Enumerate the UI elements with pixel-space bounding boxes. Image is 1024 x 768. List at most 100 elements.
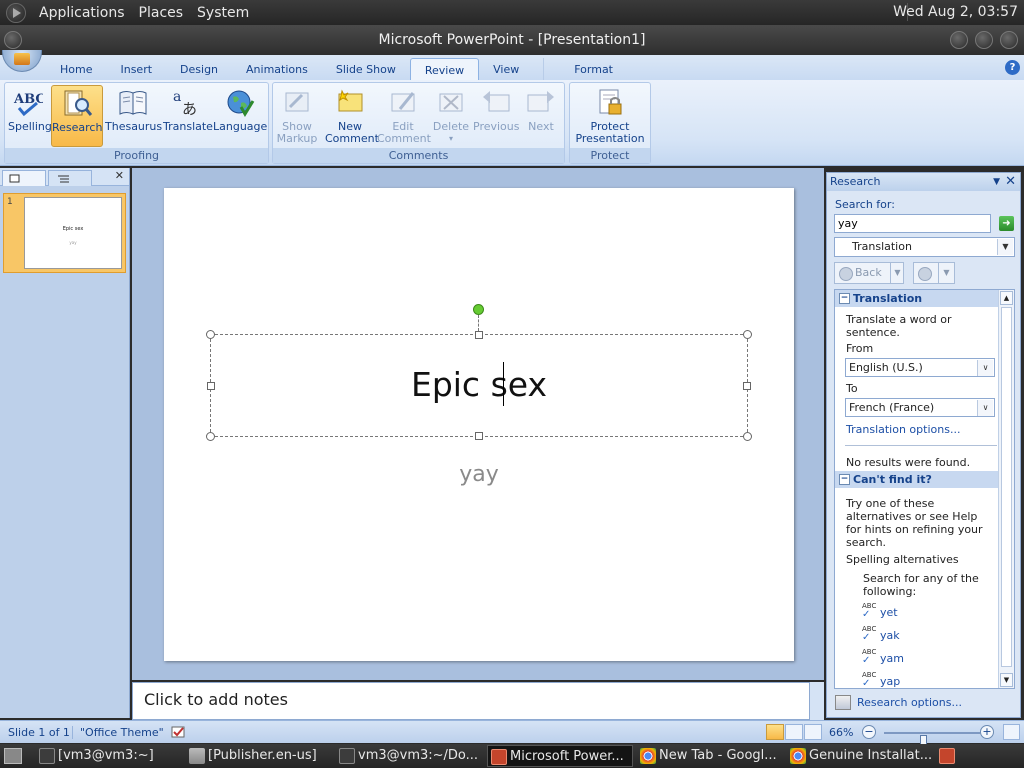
forward-button[interactable]: ▼ [913,262,955,284]
slide-sorter-view-button[interactable] [785,724,803,740]
protect-presentation-button[interactable]: Protect Presentation ▾ [573,85,647,157]
research-button[interactable]: Research [51,85,103,147]
minimize-button[interactable] [950,31,968,49]
research-pane-menu-icon[interactable]: ▼ [993,173,1000,191]
taskbar-item-terminal[interactable]: [vm3@vm3:~] [36,745,180,767]
system-menu[interactable]: System [190,5,256,21]
slides-tab[interactable] [2,170,46,186]
chevron-down-icon[interactable]: ∨ [977,360,993,376]
resize-handle-top-right[interactable] [743,330,752,339]
forward-dropdown-icon[interactable]: ▼ [938,263,954,283]
research-close-icon[interactable]: ✕ [1005,173,1016,191]
research-source-select[interactable]: Translation ▼ [834,237,1015,257]
tab-slide-show[interactable]: Slide Show [322,58,410,80]
slide-canvas[interactable]: Epic sex yay [164,188,794,661]
protect-group: Protect Presentation ▾ Protect [569,82,651,164]
translate-button[interactable]: aあ Translate [163,85,213,147]
research-header: Research ▼ ✕ [827,173,1020,191]
to-language-select[interactable]: French (France) ∨ [845,398,995,417]
alternative-link[interactable]: ABCyap [862,672,900,689]
close-window-button[interactable] [1000,31,1018,49]
language-button[interactable]: Language [213,85,267,147]
slide-subtitle-text[interactable]: yay [164,462,794,487]
rotation-handle[interactable] [473,304,484,315]
tab-home[interactable]: Home [46,58,106,80]
proofing-group: ABC Spelling Research Thesaurus aあ Trans… [4,82,269,164]
slides-pane-close-icon[interactable]: ✕ [115,169,124,182]
scroll-up-icon[interactable]: ▲ [1000,291,1013,305]
taskbar-item-powerpoint-2[interactable] [936,745,960,767]
title-placeholder[interactable]: Epic sex [206,330,752,441]
tab-design[interactable]: Design [166,58,232,80]
resize-handle-bottom[interactable] [475,432,483,440]
chevron-down-icon[interactable]: ▼ [997,239,1013,255]
notes-scrollbar[interactable] [810,682,824,720]
delete-dropdown-arrow[interactable]: ▾ [431,133,471,145]
comments-group-label: Comments [273,148,564,163]
fit-to-window-button[interactable] [1003,724,1020,740]
cant-find-section-header[interactable]: Can't find it? [835,471,998,488]
taskbar-item-terminal-2[interactable]: vm3@vm3:~/Do... [336,745,480,767]
taskbar-item-powerpoint[interactable]: Microsoft Power... [487,745,633,767]
tab-animations[interactable]: Animations [232,58,322,80]
spelling-button[interactable]: ABC Spelling [8,85,52,147]
spell-check-status-icon[interactable] [170,724,188,740]
back-dropdown-icon[interactable]: ▼ [890,263,904,283]
slide-title-text[interactable]: Epic sex [211,365,747,404]
delete-comment-button[interactable]: Delete ▾ [431,85,471,147]
previous-comment-button[interactable]: Previous [473,85,520,147]
zoom-in-icon[interactable]: + [980,725,994,739]
slide-show-view-button[interactable] [804,724,822,740]
translation-section-header[interactable]: Translation [835,290,998,307]
taskbar-item-chrome-genuine[interactable]: Genuine Installat... [787,745,933,767]
theme-status[interactable]: "Office Theme" [72,726,164,739]
from-language-select[interactable]: English (U.S.) ∨ [845,358,995,377]
scroll-down-icon[interactable]: ▼ [1000,673,1013,687]
applications-menu[interactable]: Applications [32,5,132,21]
notes-pane[interactable]: Click to add notes [132,682,810,720]
research-search-input[interactable] [834,214,991,233]
tab-format[interactable]: Format [543,58,643,80]
results-scrollbar[interactable]: ▲ ▼ [998,290,1014,688]
zoom-level[interactable]: 66% [829,726,853,739]
window-titlebar[interactable]: Microsoft PowerPoint - [Presentation1] [0,25,1024,55]
tab-review[interactable]: Review [409,58,480,80]
new-comment-button[interactable]: New Comment [325,85,379,147]
spelling-alternatives-label: Spelling alternatives [846,553,959,566]
resize-handle-top[interactable] [475,331,483,339]
zoom-out-icon[interactable]: − [862,725,876,739]
help-icon[interactable]: ? [1005,60,1020,75]
show-markup-button[interactable]: Show Markup [276,85,318,147]
taskbar-item-publisher[interactable]: [Publisher.en-us] [186,745,330,767]
alternative-link[interactable]: ABCyak [862,626,900,643]
edit-comment-button[interactable]: Edit Comment [377,85,431,147]
zoom-slider[interactable] [884,732,980,749]
start-searching-button[interactable]: ➜ [999,216,1014,231]
resize-handle-bottom-right[interactable] [743,432,752,441]
translation-options-link[interactable]: Translation options... [846,423,960,436]
thesaurus-button[interactable]: Thesaurus [105,85,162,147]
window-menu-button[interactable] [4,31,22,49]
places-menu[interactable]: Places [132,5,191,21]
tab-view[interactable]: View [479,58,533,80]
alternative-link[interactable]: ABCyam [862,649,904,666]
ribbon-tabs: Home Insert Design Animations Slide Show… [0,55,1024,80]
clock[interactable]: Wed Aug 2, 03:57 [893,4,1018,20]
show-desktop-button[interactable] [4,748,22,764]
scroll-thumb[interactable] [1001,307,1012,667]
research-options-link[interactable]: Research options... [835,695,962,710]
tab-insert[interactable]: Insert [106,58,166,80]
spelling-check-icon: ABC [862,603,876,619]
alternative-link[interactable]: ABCyet [862,603,898,620]
normal-view-button[interactable] [766,724,784,740]
maximize-button[interactable] [975,31,993,49]
gnome-logo-icon[interactable] [6,2,26,23]
outline-tab[interactable] [48,170,92,186]
chevron-down-icon[interactable]: ∨ [977,400,993,416]
taskbar-item-chrome-new-tab[interactable]: New Tab - Googl... [637,745,783,767]
next-comment-button[interactable]: Next [521,85,561,147]
back-button[interactable]: Back ▼ [834,262,904,284]
resize-handle-bottom-left[interactable] [206,432,215,441]
slide-thumbnail[interactable]: 1 Epic sex yay [3,193,126,273]
resize-handle-top-left[interactable] [206,330,215,339]
